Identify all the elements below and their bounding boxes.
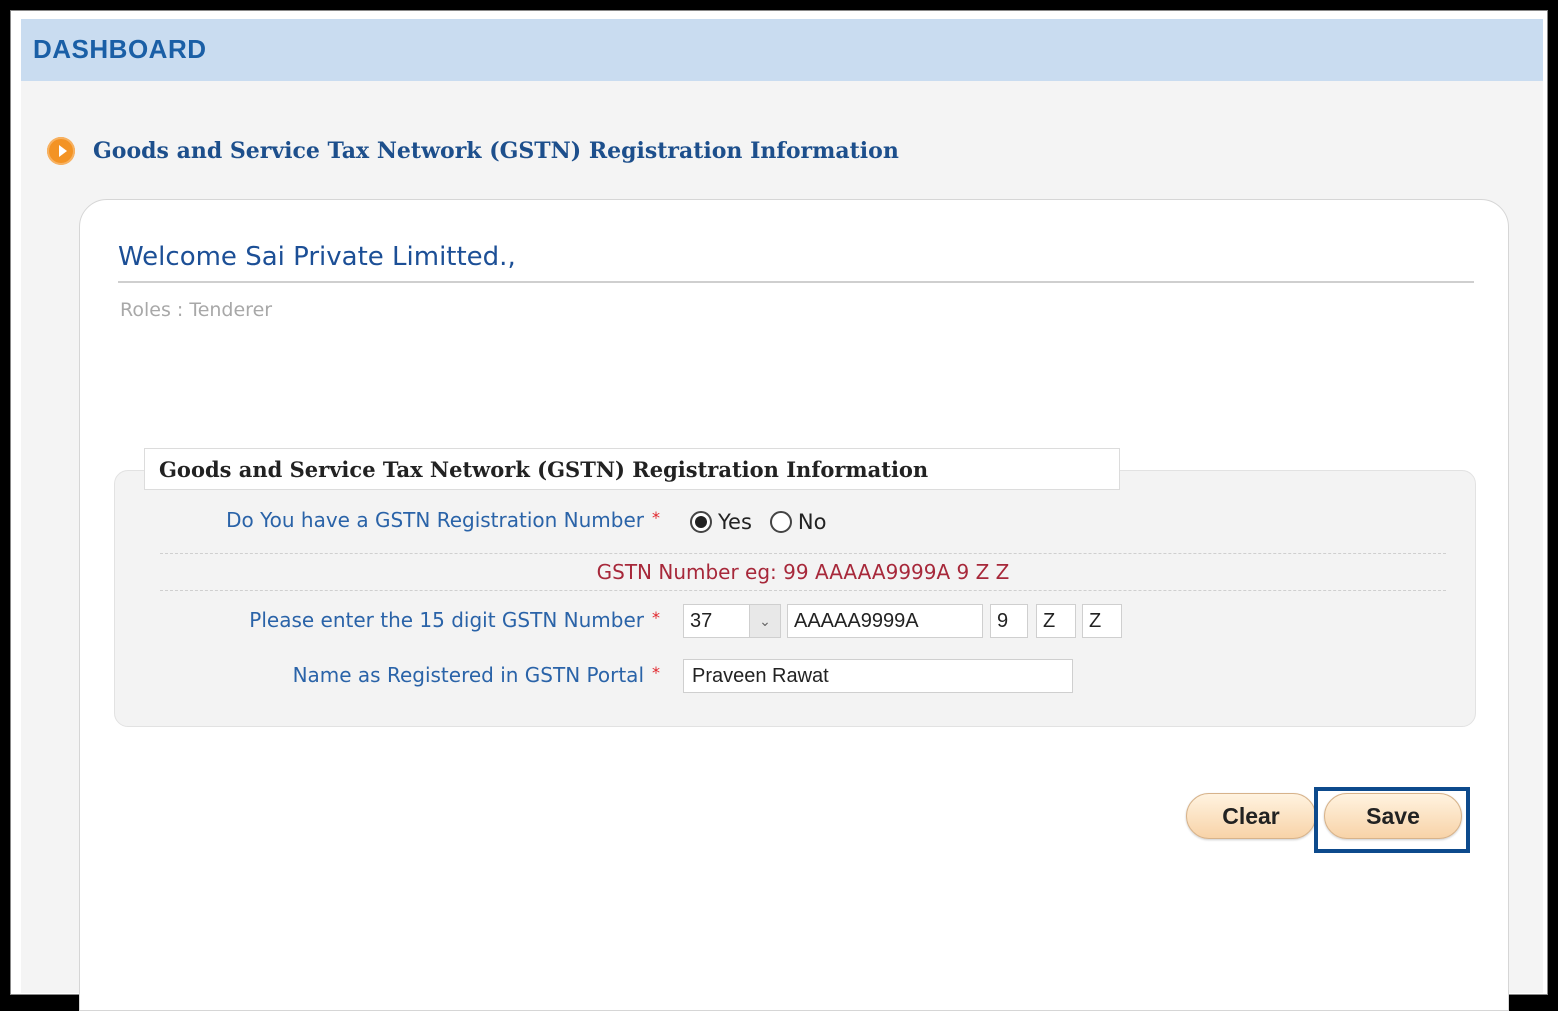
divider (118, 281, 1474, 283)
default-char-value: Z (1043, 609, 1056, 632)
pan-input[interactable]: AAAAA9999A (787, 604, 983, 638)
registered-name-label: Name as Registered in GSTN Portal * (170, 663, 660, 687)
state-code-value: 37 (690, 609, 713, 632)
clear-button[interactable]: Clear (1186, 793, 1316, 839)
required-marker: * (652, 663, 660, 682)
registration-card: Welcome Sai Private Limitted., Roles : T… (79, 199, 1509, 1011)
default-char-input[interactable]: Z (1036, 604, 1076, 638)
entity-value: 9 (997, 609, 1009, 632)
registered-name-label-text: Name as Registered in GSTN Portal (292, 663, 644, 687)
chevron-down-icon[interactable]: ⌄ (749, 605, 780, 637)
hint-text: GSTN Number eg: 99 AAAAA9999A 9 Z Z (596, 560, 1010, 584)
radio-yes[interactable] (690, 511, 712, 533)
registered-name-value: Praveen Rawat (692, 664, 829, 687)
dashboard-title[interactable]: DASHBOARD (33, 34, 207, 65)
arrow-bullet-icon (47, 137, 75, 165)
has-gstn-label: Do You have a GSTN Registration Number * (170, 508, 660, 532)
state-code-select[interactable]: 37 ⌄ (683, 604, 781, 638)
radio-no[interactable] (769, 511, 792, 533)
check-digit-input[interactable]: Z (1082, 604, 1122, 638)
required-marker: * (652, 508, 660, 527)
radio-selected-dot (695, 516, 707, 528)
page-heading-text: Goods and Service Tax Network (GSTN) Reg… (93, 138, 899, 164)
check-digit-value: Z (1089, 609, 1102, 632)
registered-name-input[interactable]: Praveen Rawat (683, 659, 1073, 693)
required-marker: * (652, 608, 660, 627)
entity-input[interactable]: 9 (990, 604, 1028, 638)
has-gstn-label-text: Do You have a GSTN Registration Number (226, 508, 644, 532)
gstn-number-label: Please enter the 15 digit GSTN Number * (170, 608, 660, 632)
welcome-message: Welcome Sai Private Limitted., (118, 242, 516, 272)
roles-text: Roles : Tenderer (120, 299, 273, 321)
fieldset-legend: Goods and Service Tax Network (GSTN) Reg… (144, 448, 1120, 490)
gstn-format-hint: GSTN Number eg: 99 AAAAA9999A 9 Z Z (160, 553, 1446, 591)
pan-value: AAAAA9999A (794, 609, 919, 632)
gstn-number-label-text: Please enter the 15 digit GSTN Number (249, 608, 644, 632)
radio-yes-label[interactable]: Yes (718, 510, 752, 534)
save-highlight-box (1314, 787, 1470, 853)
radio-no-label[interactable]: No (798, 510, 827, 534)
dashboard-header: DASHBOARD (21, 19, 1543, 82)
window-frame: DASHBOARD Goods and Service Tax Network … (10, 10, 1548, 1011)
has-gstn-radio-group: Yes No (690, 510, 844, 534)
page-heading: Goods and Service Tax Network (GSTN) Reg… (47, 136, 899, 166)
